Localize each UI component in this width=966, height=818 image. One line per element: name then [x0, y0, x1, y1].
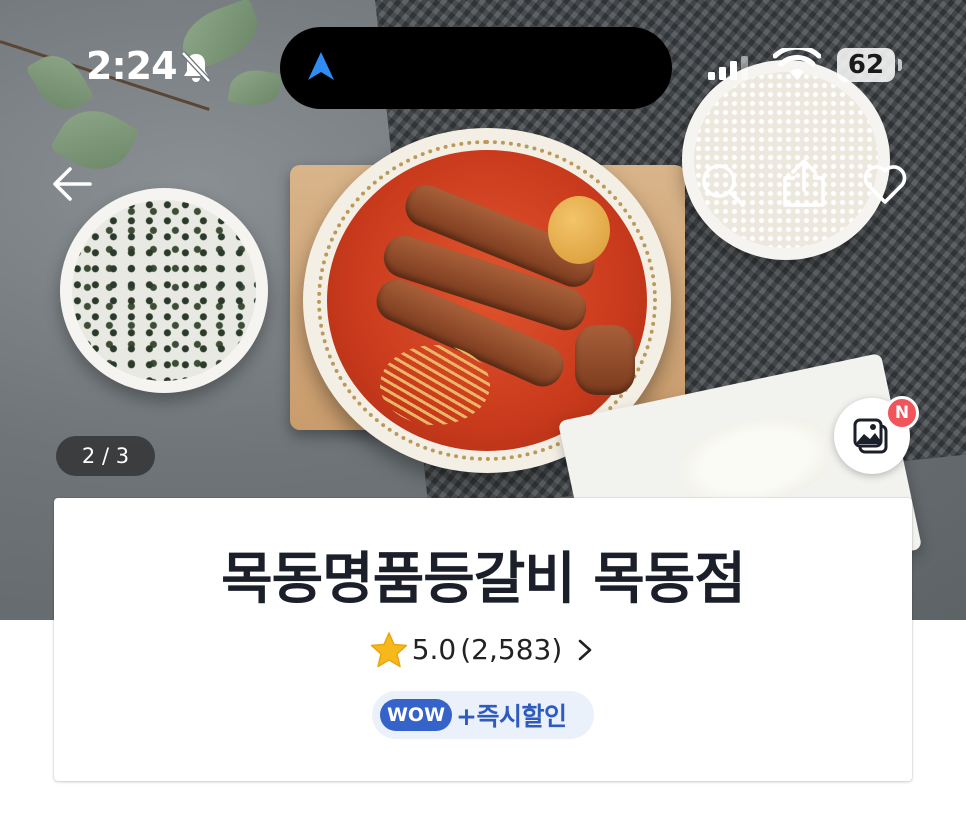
navigation-arrow-icon: [308, 52, 334, 80]
search-icon[interactable]: [700, 162, 746, 208]
dynamic-island: [280, 27, 672, 109]
wifi-icon: [773, 48, 821, 80]
wow-label: WOW: [380, 699, 452, 731]
rating-link[interactable]: 5.0 (2,583): [54, 630, 912, 670]
leaf: [25, 45, 95, 120]
store-name: 목동명품등갈비 목동점: [221, 547, 746, 612]
store-info-card: 목동명품등갈비 목동점 5.0 (2,583) WOW +즉시할인: [54, 498, 912, 781]
seaweed-rice-bowl: [60, 188, 268, 393]
bean-sprouts: [380, 345, 490, 425]
rating-value: 5.0: [411, 633, 457, 666]
photo-gallery-icon: [853, 418, 888, 454]
review-count: (2,583): [460, 633, 563, 666]
image-counter: 2 / 3: [56, 436, 155, 476]
bell-off-icon: [181, 51, 211, 83]
chevron-right-icon: [578, 639, 592, 661]
share-icon[interactable]: [780, 158, 828, 208]
instant-discount-label: +즉시할인: [456, 702, 567, 731]
back-arrow-icon[interactable]: [50, 164, 94, 204]
star-icon: [370, 632, 407, 668]
heart-icon[interactable]: [862, 162, 908, 206]
leaf: [227, 65, 283, 111]
boiled-egg: [548, 196, 610, 264]
battery-icon: 62: [837, 48, 902, 82]
status-time: 2:24: [86, 44, 178, 88]
rib: [575, 325, 635, 395]
cellular-signal-icon: [708, 56, 748, 80]
wow-discount-badge[interactable]: WOW +즉시할인: [372, 691, 594, 739]
new-badge: N: [885, 396, 919, 430]
